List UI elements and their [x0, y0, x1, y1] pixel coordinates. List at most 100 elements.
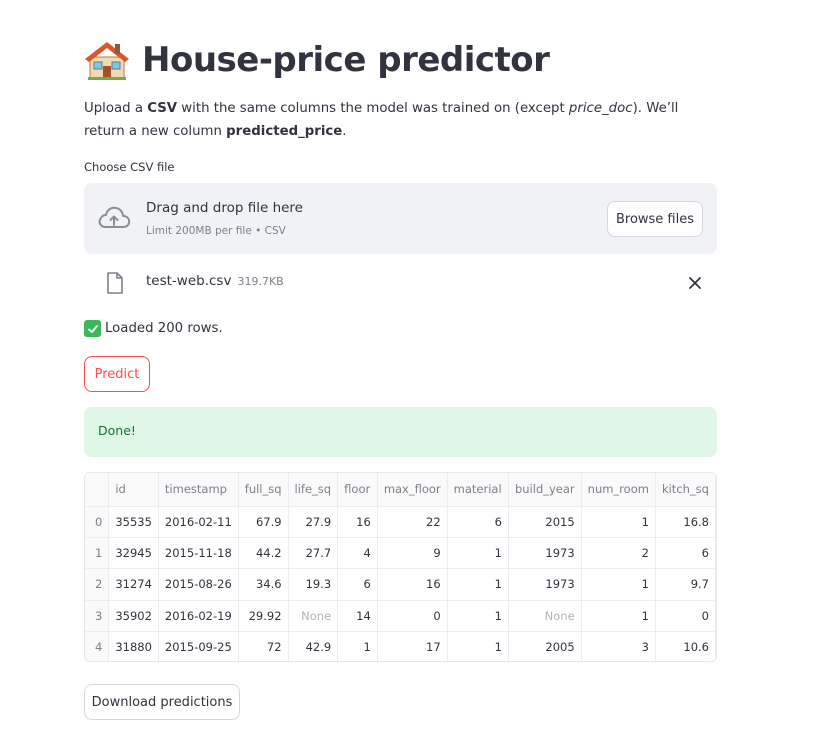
table-cell: 1973 — [508, 568, 582, 601]
table-cell: 2015-11-18 — [158, 537, 239, 570]
table-cell: 44.2 — [238, 537, 289, 570]
browse-files-button[interactable]: Browse files — [607, 201, 703, 237]
predictions-table[interactable]: id timestamp full_sq life_sq floor max_floor m… — [84, 472, 717, 662]
intro-text: Upload a CSV with the same columns the m… — [84, 97, 717, 143]
table-cell: 16 — [377, 568, 448, 601]
house-emoji-icon — [85, 42, 129, 80]
table-cell: 16 — [337, 506, 378, 538]
cloud-upload-icon — [98, 206, 131, 228]
uploader-label: Choose CSV file — [84, 160, 175, 174]
table-cell: 1 — [581, 506, 656, 538]
table-cell: 1 — [447, 631, 509, 661]
page-title: House-price predictor — [142, 40, 550, 80]
table-cell: 14 — [337, 600, 378, 633]
column-header[interactable]: life_sq — [288, 473, 339, 507]
table-cell: 29.92 — [238, 600, 289, 633]
table-cell: 2005 — [508, 631, 582, 661]
intro-part-2: with the same columns the model was trai… — [177, 101, 569, 116]
table-cell: 2 — [581, 537, 656, 570]
table-cell: 67.9 — [238, 506, 289, 538]
dropzone-limit: Limit 200MB per file • CSV — [146, 225, 286, 237]
download-predictions-button[interactable]: Download predictions — [84, 684, 240, 720]
table-cell: 27.7 — [288, 537, 339, 570]
intro-part-4: . — [342, 124, 347, 139]
intro-price-doc: price_doc — [568, 101, 633, 116]
table-cell: 0 — [655, 600, 716, 633]
table-cell: 34.6 — [238, 568, 289, 601]
dropzone-instructions: Drag and drop file here — [146, 200, 303, 216]
column-header[interactable]: build_year — [508, 473, 582, 507]
table-cell: 16.8 — [655, 506, 716, 538]
table-cell: 0 — [377, 600, 448, 633]
row-index-cell: 4 — [85, 631, 110, 661]
table-cell: 4 — [337, 537, 378, 570]
row-index-cell: 0 — [85, 506, 110, 538]
table-cell: 1973 — [508, 537, 582, 570]
column-header[interactable]: num_room — [581, 473, 656, 507]
column-header[interactable]: id — [108, 473, 159, 507]
table-cell: 1 — [581, 568, 656, 601]
table-row: 4 31880 2015-09-25 72 42.9 1 17 1 2005 3 10.6 — [85, 631, 716, 661]
table-cell: 32945 — [108, 537, 159, 570]
table-cell: 35902 — [108, 600, 159, 633]
table-cell: 9 — [377, 537, 448, 570]
column-header[interactable]: full_sq — [238, 473, 289, 507]
table-cell: 1 — [337, 631, 378, 661]
file-size: 319.7KB — [237, 275, 284, 288]
column-header[interactable]: max_floor — [377, 473, 448, 507]
intro-predicted-price: predicted_price — [226, 124, 343, 139]
page-header: House-price predictor — [84, 38, 550, 82]
table-cell: 1 — [447, 568, 509, 601]
close-icon[interactable] — [687, 275, 703, 291]
table-cell: 1 — [447, 537, 509, 570]
uploaded-file: test-web.csv 319.7KB — [84, 266, 717, 300]
table-cell: 1 — [447, 600, 509, 633]
check-mark-icon — [84, 320, 101, 337]
table-cell: 22 — [377, 506, 448, 538]
predict-button[interactable]: Predict — [84, 356, 150, 392]
column-header[interactable]: kitch_sq — [655, 473, 716, 507]
table-cell: 17 — [377, 631, 448, 661]
column-header-index[interactable] — [85, 473, 110, 507]
row-index-cell: 3 — [85, 600, 110, 633]
table-cell: 6 — [337, 568, 378, 601]
table-cell: 35535 — [108, 506, 159, 538]
table-cell: 31274 — [108, 568, 159, 601]
table-cell: 6 — [655, 537, 716, 570]
table-row: 0 35535 2016-02-11 67.9 27.9 16 22 6 2015 1 16.8 — [85, 506, 716, 538]
success-alert: Done! — [84, 407, 717, 457]
table-cell: None — [288, 600, 339, 633]
table-cell: 2015 — [508, 506, 582, 538]
table-cell: 31880 — [108, 631, 159, 661]
column-header[interactable]: floor — [337, 473, 378, 507]
loaded-text: Loaded 200 rows. — [105, 321, 223, 336]
column-header[interactable]: material — [447, 473, 509, 507]
table-body: 0 35535 2016-02-11 67.9 27.9 16 22 6 2015 1 16.8 1 3… — [85, 506, 716, 661]
row-index-cell: 2 — [85, 568, 110, 601]
success-text: Done! — [98, 423, 136, 438]
table-cell: 42.9 — [288, 631, 339, 661]
file-name: test-web.csv 319.7KB — [146, 273, 284, 289]
table-cell: 2016-02-11 — [158, 506, 239, 538]
table-cell: 10.6 — [655, 631, 716, 661]
column-header[interactable]: timestamp — [158, 473, 239, 507]
table-row: 3 35902 2016-02-19 29.92 None 14 0 1 None 1 0 — [85, 600, 716, 633]
table-cell: 3 — [581, 631, 656, 661]
table-header-row: id timestamp full_sq life_sq floor max_floor m… — [85, 473, 716, 507]
table-cell: None — [508, 600, 582, 633]
table-cell: 27.9 — [288, 506, 339, 538]
loaded-status: Loaded 200 rows. — [84, 320, 223, 337]
table-cell: 19.3 — [288, 568, 339, 601]
table-cell: 9.7 — [655, 568, 716, 601]
file-name-text: test-web.csv — [146, 273, 232, 289]
file-icon — [107, 272, 123, 294]
table-cell: 6 — [447, 506, 509, 538]
table-row: 2 31274 2015-08-26 34.6 19.3 6 16 1 1973 1 9.7 — [85, 568, 716, 601]
table-cell: 2015-08-26 — [158, 568, 239, 601]
table-cell: 2016-02-19 — [158, 600, 239, 633]
intro-part-1: Upload a — [84, 101, 148, 116]
table-row: 1 32945 2015-11-18 44.2 27.7 4 9 1 1973 2 6 — [85, 537, 716, 570]
file-dropzone[interactable]: Drag and drop file here Limit 200MB per … — [84, 183, 717, 254]
data-table: id timestamp full_sq life_sq floor max_floor m… — [85, 473, 716, 661]
table-cell: 2015-09-25 — [158, 631, 239, 661]
